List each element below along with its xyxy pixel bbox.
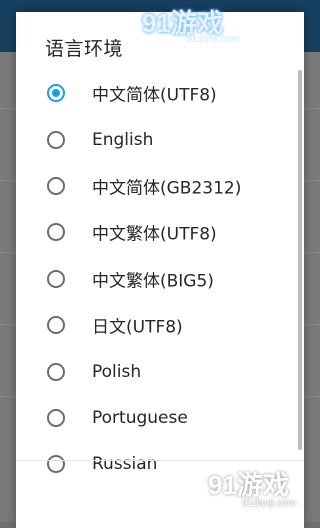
option-label: English (92, 129, 154, 150)
language-option-zh-simplified-utf8[interactable]: 中文简体(UTF8) (16, 70, 304, 116)
language-dialog: 语言环境 中文简体(UTF8) English 中文简体(GB2312) 中文繁… (16, 12, 304, 528)
radio-unselected-icon[interactable] (47, 455, 65, 474)
radio-unselected-icon[interactable] (47, 130, 65, 149)
radio-unselected-icon[interactable] (47, 269, 65, 288)
option-label: Russian (92, 454, 158, 475)
option-label: Portuguese (92, 407, 188, 428)
radio-unselected-icon[interactable] (47, 316, 65, 335)
language-option-portuguese[interactable]: Portuguese (16, 395, 304, 441)
language-option-zh-traditional-big5[interactable]: 中文繁体(BIG5) (16, 256, 304, 302)
option-label: Polish (92, 361, 142, 382)
language-option-english[interactable]: English (16, 116, 304, 162)
language-options-list: 中文简体(UTF8) English 中文简体(GB2312) 中文繁体(UTF… (16, 70, 304, 488)
radio-unselected-icon[interactable] (47, 176, 65, 195)
radio-unselected-icon[interactable] (47, 223, 65, 242)
language-option-polish[interactable]: Polish (16, 348, 304, 394)
radio-selected-icon[interactable] (47, 84, 65, 103)
option-label: 中文繁体(UTF8) (92, 224, 217, 245)
radio-unselected-icon[interactable] (47, 362, 65, 381)
option-label: 日文(UTF8) (92, 317, 183, 338)
language-option-zh-traditional-utf8[interactable]: 中文繁体(UTF8) (16, 209, 304, 255)
scrollbar[interactable] (298, 70, 302, 450)
option-label: 中文简体(GB2312) (92, 178, 242, 199)
option-label: 中文简体(UTF8) (92, 85, 217, 106)
language-option-zh-simplified-gb2312[interactable]: 中文简体(GB2312) (16, 163, 304, 209)
option-label: 中文繁体(BIG5) (92, 271, 214, 292)
radio-unselected-icon[interactable] (47, 408, 65, 427)
radio-dot-icon (52, 89, 60, 98)
divider (16, 460, 304, 461)
language-option-japanese-utf8[interactable]: 日文(UTF8) (16, 302, 304, 348)
dialog-title: 语言环境 (45, 38, 124, 60)
language-option-russian[interactable]: Russian (16, 441, 304, 487)
